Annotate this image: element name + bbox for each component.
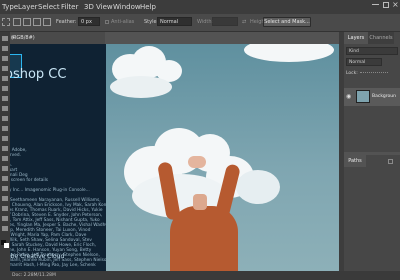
kind-label: Kind bbox=[349, 49, 359, 54]
layer-name: Backgroun bbox=[372, 94, 396, 99]
visibility-eye-icon[interactable]: ◉ bbox=[346, 93, 351, 101]
type-tool-icon[interactable] bbox=[2, 186, 8, 191]
menu-filter[interactable]: Filter bbox=[61, 2, 78, 12]
paths-panel: Paths bbox=[344, 155, 400, 271]
blend-mode-select[interactable]: Normal bbox=[346, 58, 382, 66]
swap-icon[interactable]: ⇄ bbox=[242, 18, 246, 26]
tab-paths[interactable]: Paths bbox=[344, 155, 366, 167]
lock-label: Lock: bbox=[346, 71, 358, 76]
status-bar: Doc: 2.28M/11.28M bbox=[0, 271, 400, 280]
menu-layer[interactable]: Layer bbox=[18, 2, 38, 12]
blend-mode-value: Normal bbox=[349, 60, 366, 65]
feather-label: Feather: bbox=[56, 19, 77, 25]
tab-layers[interactable]: Layers bbox=[344, 32, 368, 44]
move-tool-icon[interactable] bbox=[2, 36, 8, 41]
tools-panel bbox=[0, 32, 10, 280]
lock-icons[interactable] bbox=[360, 72, 388, 77]
width-input[interactable] bbox=[212, 17, 238, 26]
history-brush-tool-icon[interactable] bbox=[2, 126, 8, 131]
menu-help[interactable]: Help bbox=[140, 2, 156, 12]
menu-window[interactable]: Window bbox=[113, 2, 141, 12]
gradient-tool-icon[interactable] bbox=[2, 146, 8, 151]
minimize-icon[interactable] bbox=[372, 4, 379, 5]
credit-line: inmarrit Hash, I-Ming Pao, Jay Lee, Sche… bbox=[10, 263, 96, 268]
feather-input[interactable]: 0 px bbox=[78, 17, 100, 26]
stamp-tool-icon[interactable] bbox=[2, 116, 8, 121]
shape-tool-icon[interactable] bbox=[2, 206, 8, 211]
dodge-tool-icon[interactable] bbox=[2, 166, 8, 171]
menu-select[interactable]: Select bbox=[38, 2, 60, 12]
path-select-tool-icon[interactable] bbox=[2, 196, 8, 201]
layer-thumbnail bbox=[356, 90, 370, 103]
doc-size-readout: Doc: 2.28M/11.28M bbox=[12, 273, 56, 278]
menu-type[interactable]: Type bbox=[2, 2, 18, 12]
blur-tool-icon[interactable] bbox=[2, 156, 8, 161]
layer-row-background[interactable]: ◉ Backgroun bbox=[344, 88, 400, 106]
marquee-tool-icon[interactable] bbox=[2, 18, 10, 26]
quick-select-tool-icon[interactable] bbox=[2, 66, 8, 71]
marquee-tool-icon[interactable] bbox=[2, 46, 8, 51]
splash-footer: obe Creative Cloud bbox=[10, 253, 65, 260]
layer-filter-kind[interactable]: Kind bbox=[346, 47, 398, 55]
canvas-image[interactable] bbox=[106, 44, 339, 271]
menu-view[interactable]: View bbox=[96, 2, 113, 12]
brush-tool-icon[interactable] bbox=[2, 106, 8, 111]
background-color-swatch[interactable] bbox=[4, 243, 9, 248]
close-window-icon[interactable]: × bbox=[392, 0, 399, 10]
eyedropper-tool-icon[interactable] bbox=[2, 86, 8, 91]
eraser-tool-icon[interactable] bbox=[2, 136, 8, 141]
pen-tool-icon[interactable] bbox=[2, 176, 8, 181]
new-selection-icon[interactable] bbox=[13, 18, 21, 26]
tab-channels[interactable]: Channels bbox=[368, 32, 394, 44]
width-label: Width: bbox=[197, 19, 214, 25]
maximize-icon[interactable] bbox=[383, 2, 389, 8]
anti-alias-checkbox[interactable] bbox=[105, 20, 109, 24]
options-bar: Feather: 0 px Anti-alias Style: Normal W… bbox=[0, 14, 400, 32]
panel-menu-icon[interactable] bbox=[388, 159, 393, 164]
credit-line: ipy Inc... Imagenomic Plug-in Console... bbox=[10, 188, 90, 193]
splash-title: oshop CC bbox=[10, 67, 67, 82]
intersect-selection-icon[interactable] bbox=[43, 18, 51, 26]
splash-screen: oshop CC All Adobe,served.ith.ttuartsona… bbox=[10, 44, 106, 271]
subtract-selection-icon[interactable] bbox=[33, 18, 41, 26]
healing-tool-icon[interactable] bbox=[2, 96, 8, 101]
add-selection-icon[interactable] bbox=[23, 18, 31, 26]
menu-3d[interactable]: 3D bbox=[84, 2, 94, 12]
document-tab[interactable]: (RGB/8#) × bbox=[10, 32, 105, 44]
tab-close-icon[interactable]: × bbox=[11, 34, 15, 42]
lasso-tool-icon[interactable] bbox=[2, 56, 8, 61]
anti-alias-label: Anti-alias bbox=[111, 19, 135, 25]
zoom-tool-icon[interactable] bbox=[2, 226, 8, 231]
select-and-mask-button[interactable]: Select and Mask... bbox=[263, 17, 311, 27]
credit-line: ut screen for details bbox=[10, 178, 49, 183]
style-select[interactable]: Normal bbox=[157, 17, 192, 26]
menu-bar: Type Layer Select Filter 3D View Window … bbox=[0, 0, 400, 14]
credit-line: served. bbox=[10, 153, 21, 158]
hand-tool-icon[interactable] bbox=[2, 216, 8, 221]
crop-tool-icon[interactable] bbox=[2, 76, 8, 81]
